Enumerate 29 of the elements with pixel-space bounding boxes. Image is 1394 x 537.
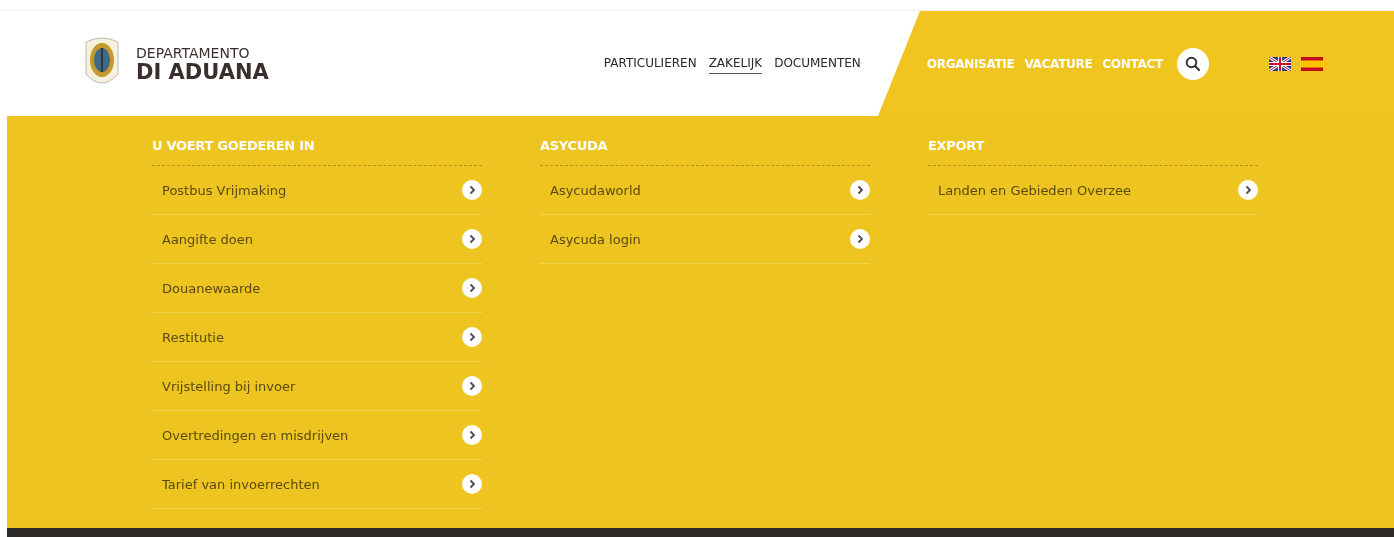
logo-title: DI ADUANA: [136, 60, 269, 83]
logo-text: DEPARTAMENTO: [136, 44, 251, 61]
menu-link[interactable]: Postbus Vrijmaking: [152, 166, 482, 215]
chevron-right-icon: [462, 229, 482, 249]
menu-link[interactable]: Douanewaarde: [152, 264, 482, 313]
chevron-right-icon: [850, 229, 870, 249]
chevron-right-icon: [462, 278, 482, 298]
menu-heading: U VOERT GOEDEREN IN: [152, 138, 482, 166]
menu-link[interactable]: Aangifte doen: [152, 215, 482, 264]
menu-link[interactable]: Restitutie: [152, 313, 482, 362]
chevron-right-icon: [462, 376, 482, 396]
chevron-right-icon: [850, 180, 870, 200]
search-icon: [1184, 55, 1201, 72]
nav-link[interactable]: DOCUMENTEN: [774, 53, 861, 74]
menu-link[interactable]: Asycuda login: [540, 215, 870, 264]
chevron-right-icon: [462, 425, 482, 445]
menu-link[interactable]: Landen en Gebieden Overzee: [928, 166, 1258, 215]
chevron-right-icon: [462, 327, 482, 347]
menu-link[interactable]: Asycudaworld: [540, 166, 870, 215]
menu-link[interactable]: Overtredingen en misdrijven: [152, 411, 482, 460]
menu-link[interactable]: Vrijstelling bij invoer: [152, 362, 482, 411]
menu-heading: ASYCUDA: [540, 138, 870, 166]
chevron-right-icon: [462, 474, 482, 494]
menu-heading: EXPORT: [928, 138, 1258, 166]
nav-link[interactable]: PARTICULIEREN: [603, 53, 697, 74]
chevron-right-icon: [1238, 180, 1258, 200]
chevron-right-icon: [462, 180, 482, 200]
menu-link[interactable]: Tarief van invoerrechten: [152, 460, 482, 509]
nav-link[interactable]: ZAKELIJK: [708, 53, 763, 74]
